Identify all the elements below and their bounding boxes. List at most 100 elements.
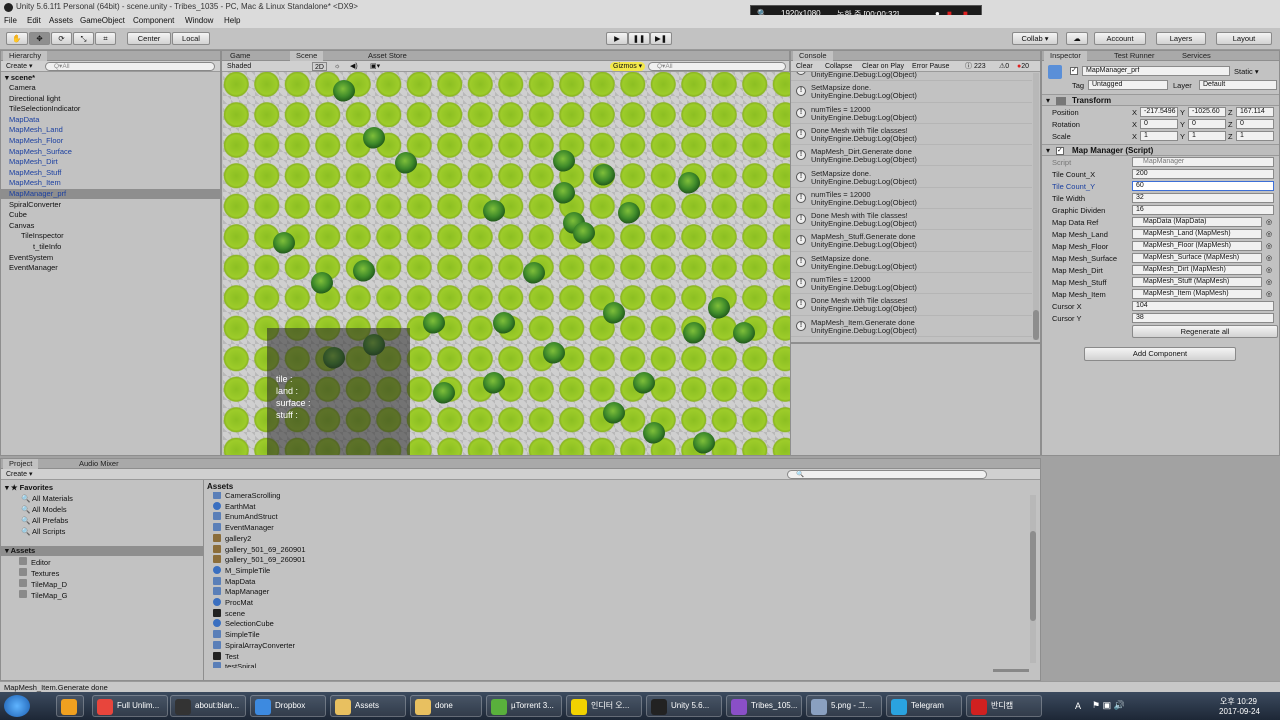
rect-tool-icon[interactable]: ⌗ <box>95 32 116 45</box>
console-scroll-thumb[interactable] <box>1033 310 1039 340</box>
object-reference-field[interactable]: MapMesh_Land (MapMesh) <box>1132 229 1262 239</box>
effects-icon[interactable]: ▣▾ <box>370 62 380 71</box>
script-foldout-icon[interactable]: ▾ <box>1046 146 1050 155</box>
tag-dropdown[interactable]: Untagged <box>1088 80 1168 90</box>
hierarchy-item[interactable]: Camera <box>9 83 36 93</box>
asset-item[interactable]: EventManager <box>213 522 274 532</box>
transform-z-field[interactable]: 1 <box>1236 131 1274 141</box>
transform-y-field[interactable]: 1 <box>1188 131 1226 141</box>
foldout-arrow-icon[interactable]: ▾ <box>1046 96 1050 105</box>
console-log-entry[interactable]: ! numTiles = 12000 UnityEngine.Debug:Log(O… <box>791 188 1032 210</box>
transform-header[interactable]: ▾ Transform <box>1042 94 1279 106</box>
hierarchy-create-button[interactable]: Create ▾ <box>6 62 32 71</box>
object-picker-icon[interactable]: ◎ <box>1266 290 1272 298</box>
info-count[interactable]: ⓘ 223 <box>965 62 986 71</box>
value-field[interactable]: 38 <box>1132 313 1274 323</box>
tab-inspector[interactable]: Inspector <box>1044 51 1087 61</box>
value-field[interactable]: 16 <box>1132 205 1274 215</box>
asset-item[interactable]: EnumAndStruct <box>213 511 278 521</box>
hierarchy-item[interactable]: MapManager_prf <box>1 189 220 199</box>
asset-item[interactable]: MapData <box>213 576 255 586</box>
hierarchy-item[interactable]: Cube <box>9 210 27 220</box>
menu-help[interactable]: Help <box>224 16 240 25</box>
object-picker-icon[interactable]: ◎ <box>1266 278 1272 286</box>
transform-y-field[interactable]: 0 <box>1188 119 1226 129</box>
taskbar-app[interactable]: Telegram <box>886 695 962 717</box>
collab-button[interactable]: Collab ▾ <box>1012 32 1058 45</box>
value-field[interactable]: 200 <box>1132 169 1274 179</box>
tab-asset-store[interactable]: Asset Store <box>362 51 413 61</box>
tab-services[interactable]: Services <box>1176 51 1217 61</box>
taskbar-app[interactable]: Tribes_105... <box>726 695 802 717</box>
object-reference-field[interactable]: MapMesh_Stuff (MapMesh) <box>1132 277 1262 287</box>
asset-item[interactable]: CameraScrolling <box>213 492 280 500</box>
layout-button[interactable]: Layout <box>1216 32 1272 45</box>
breadcrumb[interactable]: Assets <box>207 482 233 491</box>
gizmos-dropdown[interactable]: Gizmos ▾ <box>610 62 646 71</box>
pivot-local-button[interactable]: Local <box>172 32 210 45</box>
tab-scene[interactable]: Scene <box>290 51 324 61</box>
taskbar-app[interactable]: Assets <box>330 695 406 717</box>
taskbar-app[interactable]: about:blan... <box>170 695 246 717</box>
hierarchy-item[interactable]: MapMesh_Dirt <box>9 157 58 167</box>
hierarchy-item[interactable]: EventSystem <box>9 253 53 263</box>
asset-item[interactable]: gallery_501_69_260901 <box>213 544 306 554</box>
hierarchy-item[interactable]: MapMesh_Floor <box>9 136 63 146</box>
project-scrollbar[interactable] <box>1030 495 1036 663</box>
taskbar-app[interactable]: Dropbox <box>250 695 326 717</box>
pause-button[interactable]: ❚❚ <box>628 32 650 45</box>
favorite-item[interactable]: 🔍 All Prefabs <box>21 516 68 526</box>
taskbar-app[interactable]: Unity 5.6... <box>646 695 722 717</box>
object-picker-icon[interactable]: ◎ <box>1266 266 1272 274</box>
pivot-center-button[interactable]: Center <box>127 32 171 45</box>
clock-time[interactable]: 오후 10:29 <box>1220 696 1257 707</box>
asset-item[interactable]: MapManager <box>213 586 269 596</box>
hierarchy-item[interactable]: MapMesh_Item <box>9 178 61 188</box>
project-search-input[interactable]: 🔍 <box>787 470 987 479</box>
favorite-item[interactable]: 🔍 All Models <box>21 505 67 515</box>
hierarchy-item[interactable]: SpiralConverter <box>9 200 61 210</box>
console-log-entry[interactable]: ! Done Mesh with Tile classes! UnityEngine… <box>791 124 1032 146</box>
icon-size-slider[interactable] <box>993 669 1029 672</box>
object-reference-field[interactable]: MapData (MapData) <box>1132 217 1262 227</box>
assets-root[interactable]: ▾ Assets <box>1 546 203 556</box>
console-log-entry[interactable]: ! Done Mesh with Tile classes! UnityEngine… <box>791 209 1032 231</box>
clock-date[interactable]: 2017-09-24 <box>1219 707 1260 716</box>
tab-audio-mixer[interactable]: Audio Mixer <box>73 459 125 469</box>
tab-test-runner[interactable]: Test Runner <box>1108 51 1160 61</box>
transform-z-field[interactable]: 167.114 <box>1236 107 1274 117</box>
asset-item[interactable]: gallery2 <box>213 533 251 543</box>
error-count[interactable]: ●20 <box>1017 62 1029 71</box>
asset-item[interactable]: scene <box>213 608 245 618</box>
favorite-item[interactable]: 🔍 All Scripts <box>21 527 65 537</box>
add-component-button[interactable]: Add Component <box>1084 347 1236 361</box>
object-picker-icon[interactable]: ◎ <box>1266 230 1272 238</box>
taskbar-app[interactable]: Full Unlim... <box>92 695 168 717</box>
asset-item[interactable]: testSpiral <box>213 661 256 668</box>
tab-hierarchy[interactable]: Hierarchy <box>3 51 48 61</box>
tab-game[interactable]: Game <box>224 51 256 61</box>
start-button-icon[interactable] <box>4 695 30 717</box>
project-create-button[interactable]: Create ▾ <box>6 470 32 479</box>
console-collapse-button[interactable]: Collapse <box>825 62 852 71</box>
folder-item[interactable]: Editor <box>19 557 51 567</box>
asset-item[interactable]: gallery_501_69_260901 <box>213 554 306 564</box>
object-picker-icon[interactable]: ◎ <box>1266 242 1272 250</box>
taskbar-app[interactable]: 5.png - 그... <box>806 695 882 717</box>
script-header[interactable]: ▾ ✓ Map Manager (Script) <box>1042 144 1279 156</box>
hierarchy-item[interactable]: Canvas <box>9 221 34 231</box>
console-log-entry[interactable]: ! SetMapsize done. UnityEngine.Debug:Log(O… <box>791 252 1032 273</box>
hierarchy-item[interactable]: MapMesh_Stuff <box>9 168 61 178</box>
object-picker-icon[interactable]: ◎ <box>1266 218 1272 226</box>
static-toggle[interactable]: Static ▾ <box>1234 67 1259 76</box>
hierarchy-item[interactable]: MapMesh_Land <box>9 125 63 135</box>
taskbar-app[interactable]: 반디캠 <box>966 695 1042 717</box>
scene-search-input[interactable]: Q▾All <box>648 62 786 71</box>
transform-y-field[interactable]: -1025.60 <box>1188 107 1226 117</box>
scene-root[interactable]: ▾ scene* <box>5 73 35 83</box>
object-picker-icon[interactable]: ◎ <box>1266 254 1272 262</box>
lighting-icon[interactable]: ☼ <box>334 62 340 71</box>
tab-project[interactable]: Project <box>3 459 39 469</box>
console-log-entry[interactable]: ! Done Mesh with Tile classes! UnityEngine… <box>791 294 1032 316</box>
account-button[interactable]: Account <box>1094 32 1146 45</box>
